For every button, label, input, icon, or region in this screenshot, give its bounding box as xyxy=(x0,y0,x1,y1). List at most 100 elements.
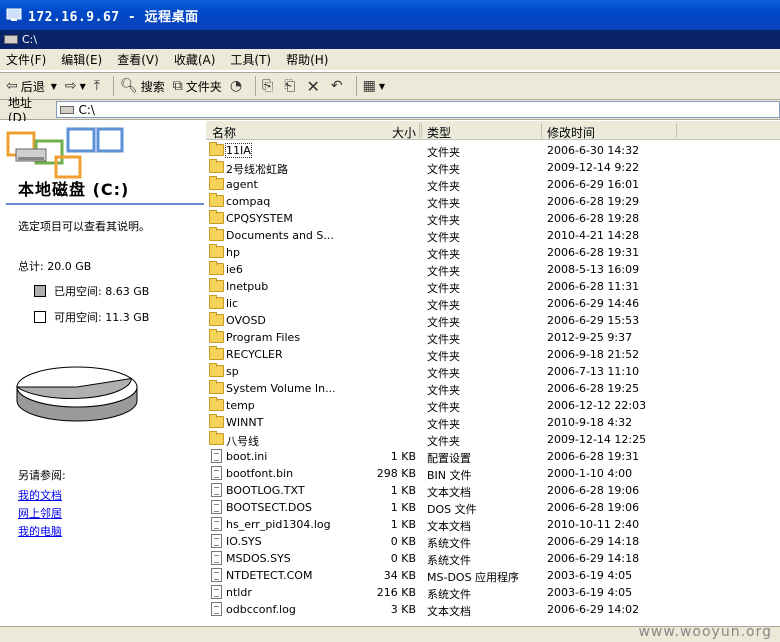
forward-arrow-icon: ⇨ xyxy=(64,78,77,94)
folder-icon xyxy=(209,346,224,360)
file-size: 1 KB xyxy=(390,450,416,463)
file-row[interactable]: RECYCLER 文件夹 2006-9-18 21:52 xyxy=(206,346,780,363)
up-folder-button[interactable]: ⤒ xyxy=(94,78,103,94)
file-modified: 2006-6-29 14:46 xyxy=(547,297,640,310)
file-modified: 2006-6-28 19:06 xyxy=(547,501,640,514)
file-row[interactable]: BOOTLOG.TXT 1 KB 文本文档 2006-6-28 19:06 xyxy=(206,482,780,499)
file-row[interactable]: compaq 文件夹 2006-6-28 19:29 xyxy=(206,193,780,210)
link-network-places[interactable]: 网上邻居 xyxy=(18,505,62,521)
remote-desktop-icon xyxy=(6,7,22,23)
file-name: BOOTSECT.DOS xyxy=(226,501,313,514)
file-row[interactable]: Documents and S... 文件夹 2010-4-21 14:28 xyxy=(206,227,780,244)
file-row[interactable]: 2号线凇虹路 文件夹 2009-12-14 9:22 xyxy=(206,159,780,176)
file-row[interactable]: Inetpub 文件夹 2006-6-28 11:31 xyxy=(206,278,780,295)
file-row[interactable]: NTDETECT.COM 34 KB MS-DOS 应用程序 2003-6-19 4:… xyxy=(206,567,780,584)
menu-view[interactable]: 查看(V) xyxy=(117,51,159,68)
folders-label: 文件夹 xyxy=(185,79,222,94)
drive-icon xyxy=(4,35,18,44)
menu-edit[interactable]: 编辑(E) xyxy=(61,51,102,68)
file-modified: 2006-6-29 15:53 xyxy=(547,314,640,327)
up-folder-icon: ⤒ xyxy=(93,78,100,94)
file-size: 0 KB xyxy=(390,552,416,565)
menu-file[interactable]: 文件(F) xyxy=(6,51,46,68)
search-button[interactable]: 🔍︎ 搜索 xyxy=(120,78,165,95)
file-type: 文件夹 xyxy=(427,248,460,261)
file-row[interactable]: ntldr 216 KB 系统文件 2003-6-19 4:05 xyxy=(206,584,780,601)
file-name: hp xyxy=(226,246,240,259)
file-row[interactable]: OVOSD 文件夹 2006-6-29 15:53 xyxy=(206,312,780,329)
explorer-titlebar[interactable]: C:\ xyxy=(0,30,780,49)
column-size[interactable]: 大小 xyxy=(392,124,416,141)
menu-favorites[interactable]: 收藏(A) xyxy=(174,51,216,68)
title-divider xyxy=(6,203,204,205)
file-row[interactable]: hs_err_pid1304.log 1 KB 文本文档 2010-10-11 2:4… xyxy=(206,516,780,533)
file-row[interactable]: IO.SYS 0 KB 系统文件 2006-6-29 14:18 xyxy=(206,533,780,550)
file-modified: 2003-6-19 4:05 xyxy=(547,586,633,599)
free-swatch xyxy=(34,311,46,323)
file-type: 文件夹 xyxy=(427,180,460,193)
history-button[interactable]: ◔ xyxy=(230,78,245,94)
folder-icon xyxy=(209,312,224,326)
column-modified[interactable]: 修改时间 xyxy=(547,124,595,141)
link-my-computer[interactable]: 我的电脑 xyxy=(18,523,62,539)
explorer-title: C:\ xyxy=(22,33,38,46)
back-button[interactable]: ⇦ 后退 ▼ xyxy=(6,78,57,95)
file-modified: 2012-9-25 9:37 xyxy=(547,331,633,344)
file-row[interactable]: temp 文件夹 2006-12-12 22:03 xyxy=(206,397,780,414)
file-row[interactable]: ie6 文件夹 2008-5-13 16:09 xyxy=(206,261,780,278)
file-row[interactable]: 八号线 文件夹 2009-12-14 12:25 xyxy=(206,431,780,448)
file-modified: 2000-1-10 4:00 xyxy=(547,467,633,480)
folder-icon xyxy=(209,397,224,411)
move-to-button[interactable]: ⎘ xyxy=(262,78,276,94)
chevron-down-icon[interactable]: ▼ xyxy=(51,82,57,91)
file-modified: 2006-6-28 19:28 xyxy=(547,212,640,225)
file-type: 系统文件 xyxy=(427,537,471,550)
file-name: MSDOS.SYS xyxy=(226,552,291,565)
file-row[interactable]: hp 文件夹 2006-6-28 19:31 xyxy=(206,244,780,261)
chevron-down-icon[interactable]: ▼ xyxy=(80,82,86,91)
column-separator[interactable] xyxy=(419,123,420,138)
chevron-down-icon[interactable]: ▼ xyxy=(379,82,385,91)
menu-help[interactable]: 帮助(H) xyxy=(286,51,328,68)
folder-icon xyxy=(209,329,224,343)
column-separator[interactable] xyxy=(676,123,677,138)
file-row[interactable]: WINNT 文件夹 2010-9-18 4:32 xyxy=(206,414,780,431)
column-separator[interactable] xyxy=(421,123,422,138)
link-my-documents[interactable]: 我的文档 xyxy=(18,487,62,503)
file-type: DOS 文件 xyxy=(427,503,477,516)
file-row[interactable]: agent 文件夹 2006-6-29 16:01 xyxy=(206,176,780,193)
file-row[interactable]: odbcconf.log 3 KB 文本文档 2006-6-29 14:02 xyxy=(206,601,780,618)
file-type: 文本文档 xyxy=(427,486,471,499)
file-row[interactable]: MSDOS.SYS 0 KB 系统文件 2006-6-29 14:18 xyxy=(206,550,780,567)
file-row[interactable]: lic 文件夹 2006-6-29 14:46 xyxy=(206,295,780,312)
undo-button[interactable]: ↶ xyxy=(331,78,346,94)
menu-tools[interactable]: 工具(T) xyxy=(230,51,271,68)
file-row[interactable]: BOOTSECT.DOS 1 KB DOS 文件 2006-6-28 19:06 xyxy=(206,499,780,516)
column-separator[interactable] xyxy=(541,123,542,138)
file-icon xyxy=(211,585,222,599)
file-row[interactable]: sp 文件夹 2006-7-13 11:10 xyxy=(206,363,780,380)
remote-desktop-titlebar[interactable]: 172.16.9.67 - 远程桌面 xyxy=(0,0,780,30)
drive-icon xyxy=(60,105,75,114)
file-row[interactable]: System Volume In... 文件夹 2006-6-28 19:25 xyxy=(206,380,780,397)
file-row[interactable]: Program Files 文件夹 2012-9-25 9:37 xyxy=(206,329,780,346)
file-modified: 2010-10-11 2:40 xyxy=(547,518,640,531)
address-input[interactable]: C:\ xyxy=(56,101,780,118)
selection-hint: 选定项目可以查看其说明。 xyxy=(18,220,150,233)
file-type: 文件夹 xyxy=(427,435,460,448)
views-icon: ▦ xyxy=(362,78,376,94)
copy-to-button[interactable]: ⎗ xyxy=(284,78,298,94)
views-button[interactable]: ▦ ▼ xyxy=(363,78,385,94)
file-row[interactable]: bootfont.bin 298 KB BIN 文件 2000-1-10 4:00 xyxy=(206,465,780,482)
file-row[interactable]: boot.ini 1 KB 配置设置 2006-6-28 19:31 xyxy=(206,448,780,465)
delete-button[interactable]: ✕ xyxy=(306,77,322,96)
folders-button[interactable]: ⧉ 文件夹 xyxy=(173,78,222,95)
file-row[interactable]: CPQSYSTEM 文件夹 2006-6-28 19:28 xyxy=(206,210,780,227)
file-row[interactable]: 11IA 文件夹 2006-6-30 14:32 xyxy=(206,142,780,159)
file-name: ntldr xyxy=(226,586,252,599)
file-modified: 2006-7-13 11:10 xyxy=(547,365,640,378)
forward-button[interactable]: ⇨ ▼ xyxy=(65,78,86,94)
file-name: odbcconf.log xyxy=(226,603,296,616)
column-name[interactable]: 名称 xyxy=(212,124,236,141)
column-type[interactable]: 类型 xyxy=(427,124,451,141)
